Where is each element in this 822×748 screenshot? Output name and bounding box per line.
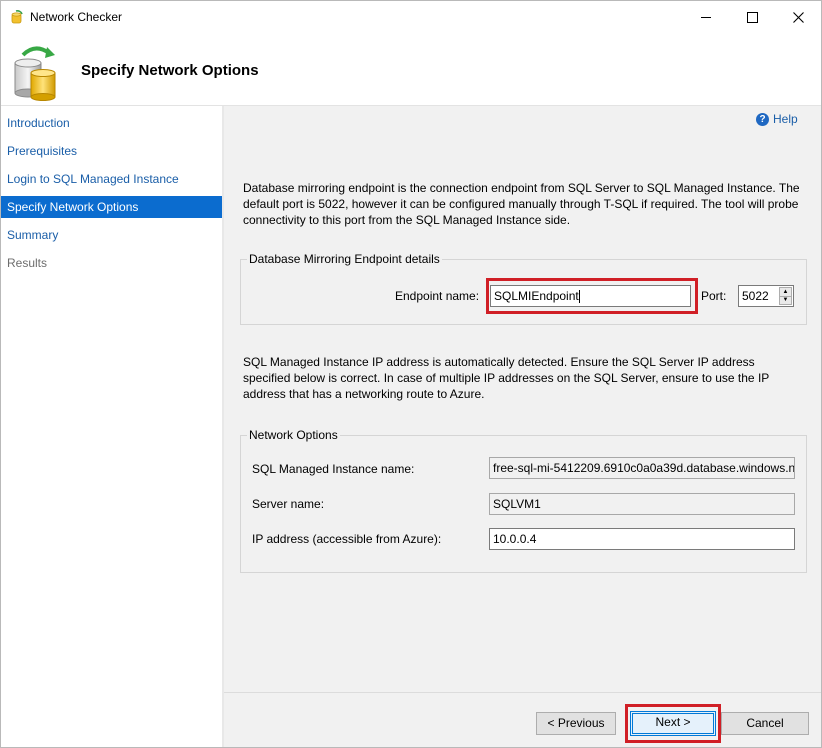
maximize-icon xyxy=(746,11,758,23)
port-label: Port: xyxy=(701,289,727,303)
network-checker-window: Network Checker Specify Network Options … xyxy=(0,0,822,748)
network-options-legend: Network Options xyxy=(249,428,338,442)
sidebar-item-results: Results xyxy=(7,256,48,270)
help-link[interactable]: ? Help xyxy=(756,112,798,126)
mi-name-label: SQL Managed Instance name: xyxy=(252,462,415,476)
ip-description: SQL Managed Instance IP address is autom… xyxy=(243,355,770,401)
cancel-button[interactable]: Cancel xyxy=(721,712,809,735)
server-name-label: Server name: xyxy=(252,497,325,511)
sidebar-item-network-options[interactable]: Specify Network Options xyxy=(1,196,222,218)
wizard-steps-sidebar: Introduction Prerequisites Login to SQL … xyxy=(1,106,222,747)
ip-address-input[interactable]: 10.0.0.4 xyxy=(489,528,795,550)
port-spin-buttons: ▲ ▼ xyxy=(779,287,792,305)
port-spinner[interactable]: 5022 ▲ ▼ xyxy=(738,285,794,307)
sidebar-item-login[interactable]: Login to SQL Managed Instance xyxy=(1,168,222,190)
port-value: 5022 xyxy=(742,289,769,303)
database-cylinder-icon xyxy=(14,46,56,101)
next-button[interactable]: Next > xyxy=(630,711,716,736)
window-title: Network Checker xyxy=(30,10,123,24)
title-bar[interactable]: Network Checker xyxy=(1,1,821,33)
maximize-button[interactable] xyxy=(729,1,775,33)
ip-address-label: IP address (accessible from Azure): xyxy=(252,532,442,546)
sidebar-item-introduction[interactable]: Introduction xyxy=(1,112,222,134)
next-button-label: Next > xyxy=(632,713,714,734)
main-panel: ? Help Database mirroring endpoint is th… xyxy=(224,106,821,747)
app-icon xyxy=(11,10,23,24)
help-label: Help xyxy=(773,112,798,126)
endpoint-name-input[interactable]: SQLMIEndpoint xyxy=(490,285,691,307)
spin-down-icon[interactable]: ▼ xyxy=(780,296,791,304)
help-icon: ? xyxy=(756,112,769,126)
sidebar-item-summary[interactable]: Summary xyxy=(1,224,222,246)
wizard-header: Specify Network Options xyxy=(1,33,821,106)
minimize-icon xyxy=(701,16,711,18)
close-icon xyxy=(792,11,804,23)
mi-name-field[interactable]: free-sql-mi-5412209.6910c0a0a39d.databas… xyxy=(489,457,795,479)
endpoint-group-legend: Database Mirroring Endpoint details xyxy=(249,252,440,266)
previous-button[interactable]: < Previous xyxy=(536,712,616,735)
text-cursor xyxy=(578,290,580,304)
endpoint-name-value: SQLMIEndpoint xyxy=(494,289,579,303)
minimize-button[interactable] xyxy=(683,1,729,33)
close-button[interactable] xyxy=(775,1,821,33)
server-name-field[interactable]: SQLVM1 xyxy=(489,493,795,515)
endpoint-description: Database mirroring endpoint is the conne… xyxy=(243,181,800,227)
footer-divider xyxy=(224,692,821,693)
page-title: Specify Network Options xyxy=(81,62,259,79)
endpoint-name-label: Endpoint name: xyxy=(395,289,480,303)
sidebar-item-prerequisites[interactable]: Prerequisites xyxy=(1,140,222,162)
